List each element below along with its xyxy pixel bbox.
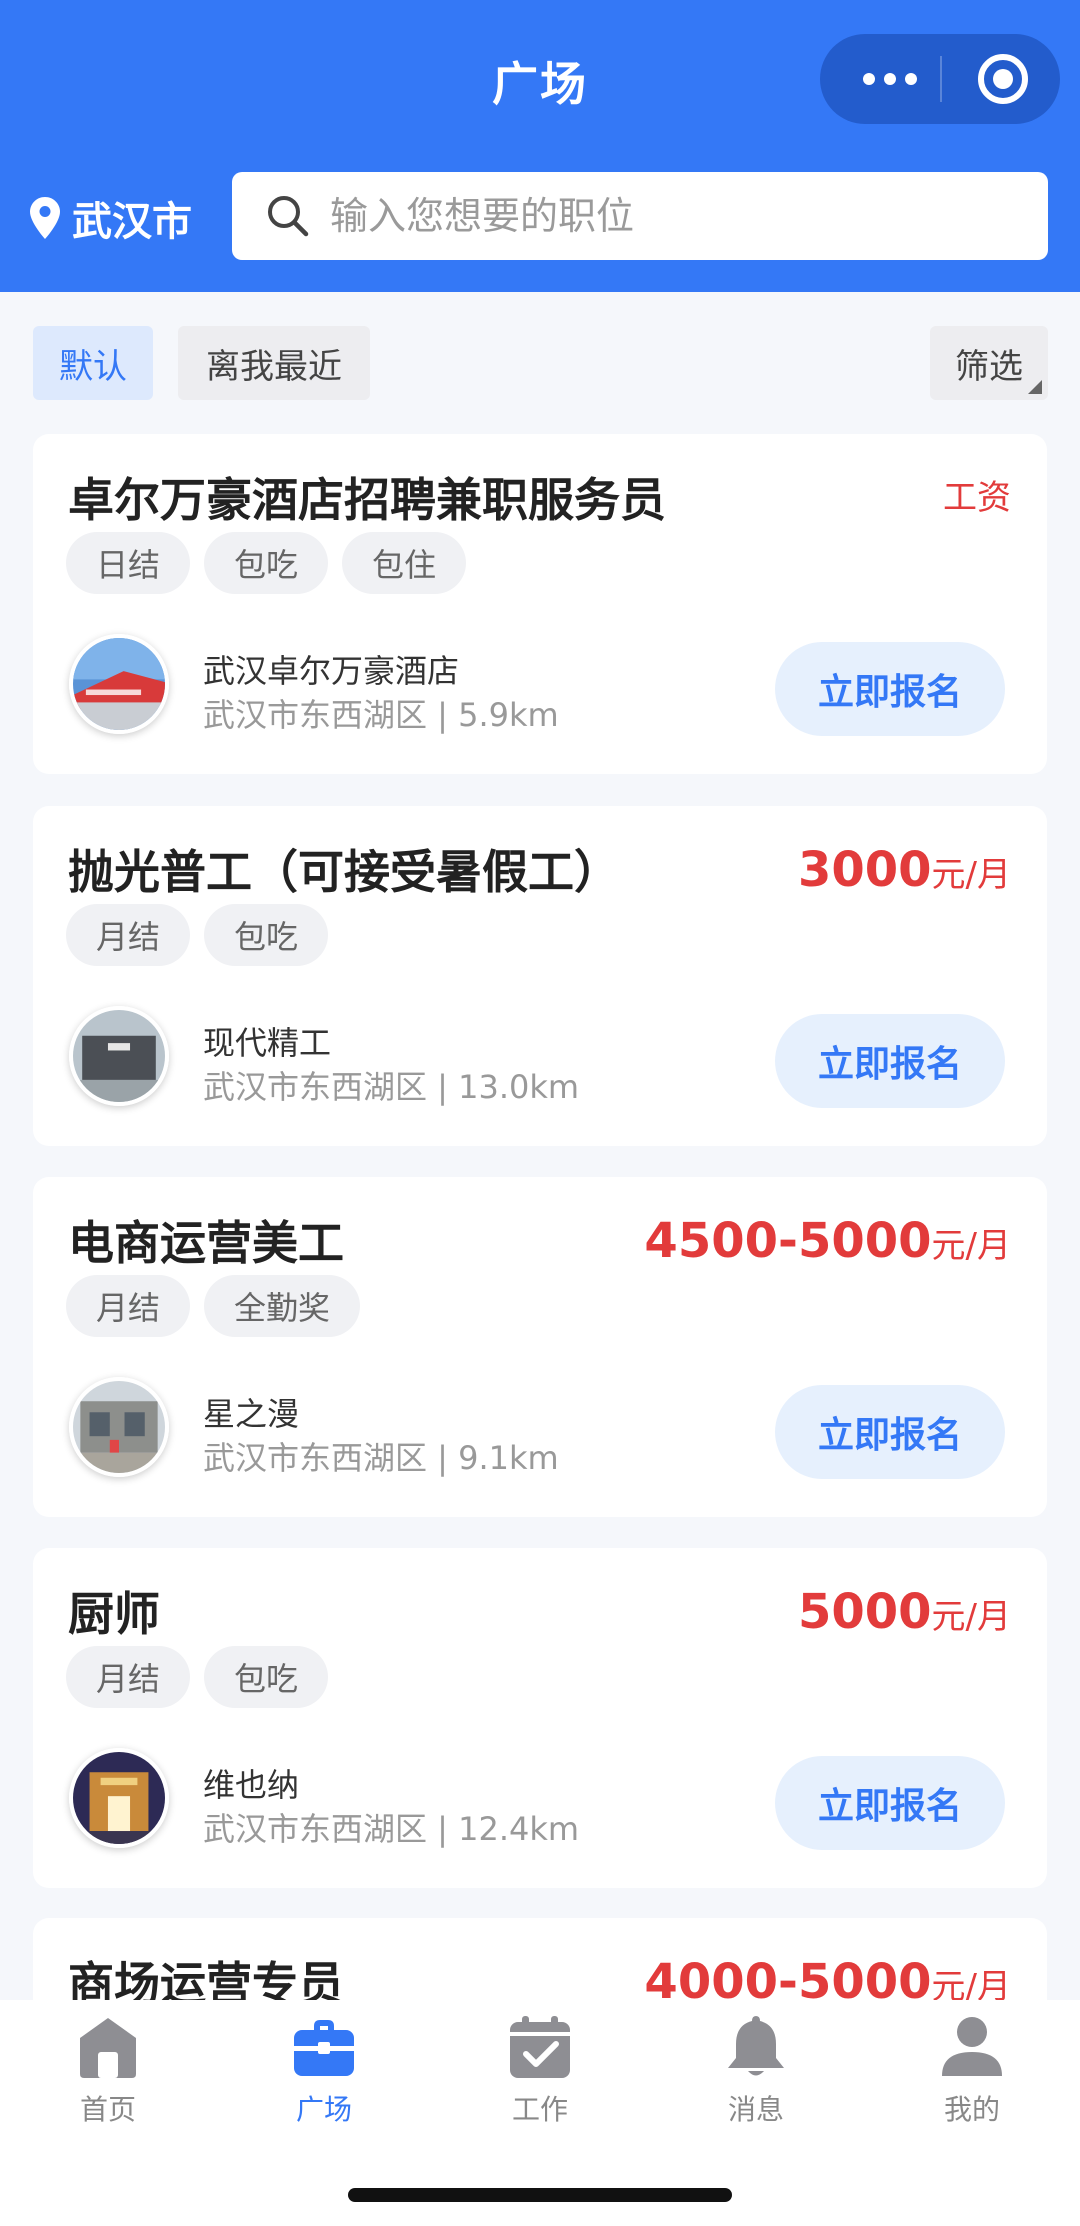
apply-button[interactable]: 立即报名 [775, 642, 1005, 736]
salary-unit: 元/月 [931, 1226, 1011, 1266]
close-target-icon[interactable] [978, 54, 1028, 104]
bell-icon [728, 2016, 784, 2076]
job-location: 武汉市东西湖区 | 9.1km [203, 1439, 559, 1477]
job-tag: 全勤奖 [204, 1275, 361, 1337]
tab-label: 工作 [511, 2093, 568, 2126]
job-card[interactable]: 卓尔万豪酒店招聘兼职服务员 工资 日结 包吃 包住 武汉卓尔万豪酒店 武汉市东西… [33, 434, 1047, 774]
job-tag: 包吃 [204, 532, 329, 594]
tab-work[interactable]: 工作 [460, 2014, 620, 2144]
salary-text: 工资 [943, 478, 1011, 518]
job-location: 武汉市东西湖区 | 13.0km [203, 1068, 580, 1106]
job-tags: 日结 包吃 包住 [66, 532, 467, 594]
company-avatar [69, 634, 169, 734]
apply-button[interactable]: 立即报名 [775, 1014, 1005, 1108]
job-tag: 月结 [66, 1275, 191, 1337]
company-name: 星之漫 [203, 1395, 300, 1433]
job-card[interactable]: 厨师 5000 元/月 月结 包吃 维也纳 武汉市东西湖区 | 12.4km 立… [33, 1548, 1047, 1888]
job-salary: 4500-5000 元/月 [644, 1213, 1011, 1269]
job-location: 武汉市东西湖区 | 12.4km [203, 1810, 580, 1848]
job-card[interactable]: 电商运营美工 4500-5000 元/月 月结 全勤奖 星之漫 武汉市东西湖区 … [33, 1177, 1047, 1517]
job-tags: 月结 全勤奖 [66, 1275, 361, 1337]
search-input[interactable] [330, 194, 970, 238]
salary-amount: 5000 [797, 1584, 932, 1640]
company-avatar [69, 1377, 169, 1477]
company-avatar [69, 1748, 169, 1848]
filter-button[interactable]: 筛选 [930, 326, 1048, 400]
company-avatar [69, 1006, 169, 1106]
apply-button[interactable]: 立即报名 [775, 1385, 1005, 1479]
mini-program-capsule [820, 34, 1060, 124]
job-location: 武汉市东西湖区 | 5.9km [203, 696, 559, 734]
job-salary: 5000 元/月 [798, 1584, 1011, 1640]
location-pin-icon [30, 197, 60, 239]
briefcase-icon [294, 2020, 354, 2076]
job-tag: 包吃 [204, 904, 329, 966]
job-tag: 月结 [66, 904, 191, 966]
salary-amount: 4500-5000 [644, 1213, 932, 1269]
job-title: 抛光普工（可接受暑假工） [68, 845, 620, 899]
tab-label: 首页 [79, 2093, 136, 2126]
job-title: 厨师 [68, 1587, 160, 1641]
tab-label: 我的 [943, 2093, 1000, 2126]
search-box[interactable] [232, 172, 1048, 260]
job-salary: 3000 元/月 [798, 842, 1011, 898]
company-name: 现代精工 [203, 1024, 332, 1062]
home-icon [80, 2018, 136, 2078]
calendar-check-icon [510, 2016, 570, 2078]
city-selector[interactable]: 武汉市 [30, 188, 192, 248]
tab-square[interactable]: 广场 [244, 2014, 404, 2144]
sort-default-tab[interactable]: 默认 [33, 326, 153, 400]
job-title: 卓尔万豪酒店招聘兼职服务员 [68, 473, 666, 527]
tab-mine[interactable]: 我的 [892, 2014, 1052, 2144]
job-card[interactable]: 抛光普工（可接受暑假工） 3000 元/月 月结 包吃 现代精工 武汉市东西湖区… [33, 806, 1047, 1146]
company-name: 维也纳 [203, 1766, 300, 1804]
home-indicator [348, 2188, 732, 2202]
job-salary: 工资 [943, 470, 1011, 519]
tab-home[interactable]: 首页 [28, 2014, 188, 2144]
salary-unit: 元/月 [931, 1597, 1011, 1637]
job-tag: 包住 [342, 532, 467, 594]
job-tags: 月结 包吃 [66, 1646, 329, 1708]
header-bar: 广场 武汉市 [0, 0, 1080, 292]
job-tags: 月结 包吃 [66, 904, 329, 966]
tab-label: 广场 [295, 2093, 352, 2126]
company-name: 武汉卓尔万豪酒店 [203, 652, 460, 690]
user-icon [942, 2017, 1002, 2076]
sort-nearest-tab[interactable]: 离我最近 [178, 326, 370, 400]
apply-button[interactable]: 立即报名 [775, 1756, 1005, 1850]
salary-amount: 3000 [797, 842, 932, 898]
job-tag: 包吃 [204, 1646, 329, 1708]
capsule-divider [940, 56, 942, 102]
more-menu-icon[interactable] [842, 34, 938, 124]
salary-unit: 元/月 [931, 855, 1011, 895]
city-name: 武汉市 [72, 199, 192, 245]
job-tag: 日结 [66, 532, 191, 594]
tab-messages[interactable]: 消息 [676, 2014, 836, 2144]
search-icon [268, 196, 309, 237]
tab-label: 消息 [727, 2093, 784, 2126]
job-title: 电商运营美工 [68, 1216, 344, 1270]
job-tag: 月结 [66, 1646, 191, 1708]
